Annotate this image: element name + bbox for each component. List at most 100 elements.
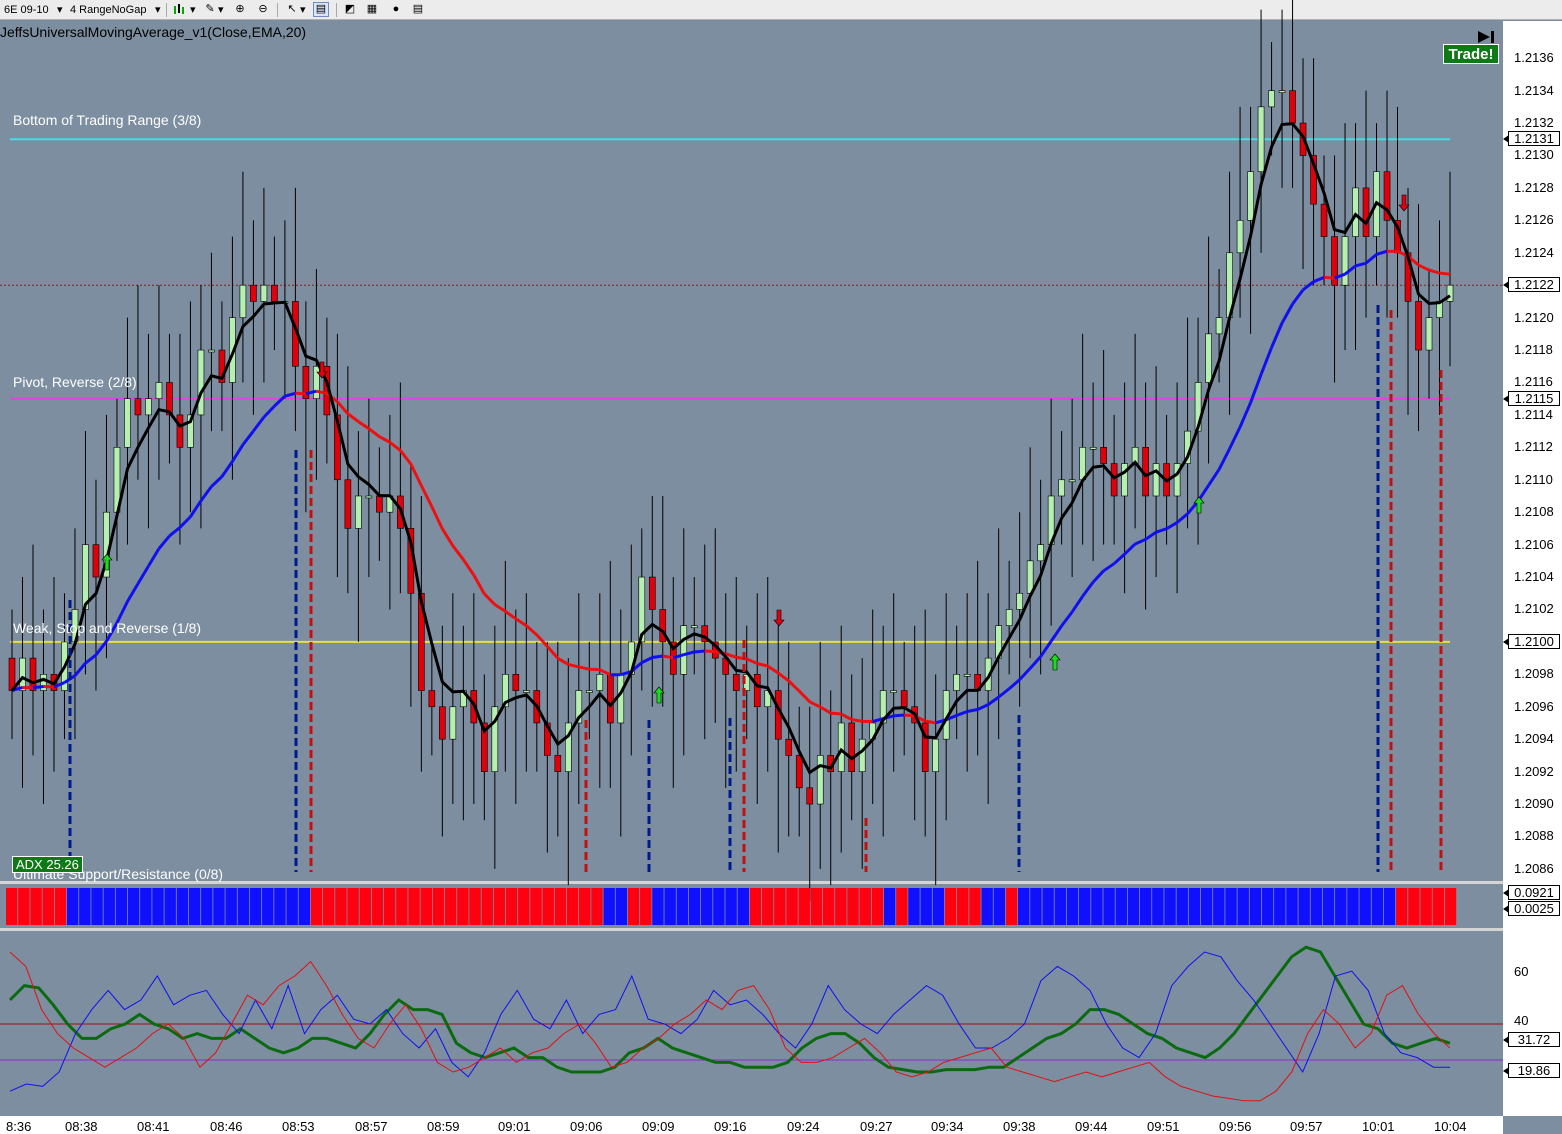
buy-arrow-icon: [1049, 653, 1061, 671]
trend-block: [591, 888, 603, 925]
ema-slow-segment: [830, 711, 842, 716]
trend-block: [688, 888, 701, 925]
ema-slow-segment: [1228, 426, 1242, 450]
candle-down: [785, 738, 793, 756]
trend-block: [1030, 888, 1042, 925]
candle-down: [1320, 203, 1328, 237]
trend-block: [1444, 888, 1457, 925]
candle-up: [1257, 106, 1265, 173]
weak-stop-price-tag: 1.2100: [1503, 633, 1560, 649]
time-axis-label: 10:04: [1434, 1119, 1467, 1134]
sell-arrow-icon: [1398, 194, 1410, 212]
ema-slow-segment: [1428, 268, 1440, 275]
ema-slow-segment: [1355, 261, 1367, 268]
price-axis-tick: 1.2132: [1514, 115, 1554, 131]
ma-fast-line: [10, 122, 1451, 775]
candle-down: [134, 398, 142, 416]
scroll-to-end-icon[interactable]: [1476, 30, 1496, 44]
price-axis-tick: 1.2092: [1514, 763, 1554, 779]
trend-block: [1066, 888, 1079, 925]
candle-up: [1058, 479, 1065, 497]
trend-block: [944, 888, 957, 925]
candle-down: [344, 479, 352, 529]
ema-slow-segment: [956, 710, 968, 717]
trend-block: [42, 888, 54, 925]
trend-block: [1383, 888, 1396, 925]
time-axis-label: 08:41: [137, 1119, 170, 1134]
time-axis-label: 08:59: [427, 1119, 460, 1134]
time-axis-label: 09:24: [787, 1119, 820, 1134]
candle-up: [19, 657, 26, 691]
time-axis-label: 09:51: [1147, 1119, 1180, 1134]
adx-line: [8, 945, 1451, 1074]
candle-down: [606, 674, 614, 724]
candle-down: [512, 674, 520, 691]
candle-up: [1205, 333, 1212, 383]
ema-slow-segment: [1217, 448, 1231, 471]
ema-slow-segment: [210, 475, 223, 488]
time-axis-label: 08:38: [65, 1119, 98, 1134]
trend-block: [188, 888, 201, 925]
ema-slow-segment: [904, 713, 915, 718]
ema-slow-segment: [1070, 595, 1084, 613]
ema-slow-segment: [766, 664, 780, 675]
trend-block: [432, 888, 445, 925]
trend-block: [249, 888, 262, 925]
candle-up: [680, 625, 688, 675]
indicator-title: JeffsUniversalMovingAverage_v1(Close,EMA…: [0, 24, 307, 40]
ema-slow-segment: [189, 500, 203, 518]
pivot-label: Pivot, Reverse (2/8): [13, 374, 137, 390]
price-axis-tick: 1.2106: [1514, 536, 1554, 552]
adx-axis-tick: 60: [1514, 964, 1529, 979]
trend-block: [1164, 888, 1176, 925]
ema-slow-segment: [977, 703, 989, 711]
trend-block: [1396, 888, 1408, 925]
ema-slow-segment: [1302, 280, 1315, 292]
ema-slow-segment: [1123, 542, 1137, 556]
trend-block: [1018, 888, 1030, 925]
ema-slow-segment: [494, 603, 507, 613]
trend-block: [993, 888, 1006, 925]
ema-slow-segment: [346, 412, 360, 423]
time-axis-label: 09:06: [570, 1119, 603, 1134]
trend-block: [932, 888, 945, 925]
adx-value-badge: ADX 25.26: [12, 856, 83, 873]
candle-up: [1268, 90, 1275, 108]
trend-block: [1347, 888, 1359, 925]
trade-button[interactable]: Trade!: [1443, 44, 1499, 64]
candle-down: [732, 674, 740, 691]
candle-up: [690, 625, 698, 628]
ema-slow-segment: [924, 719, 936, 725]
trend-block: [286, 888, 298, 925]
trend-block: [1408, 888, 1420, 925]
ema-slow-segment: [851, 718, 863, 723]
ema-slow-segment: [136, 565, 150, 585]
trend-block: [359, 888, 371, 925]
ema-slow-segment: [1144, 530, 1157, 541]
candle-up: [208, 349, 215, 353]
trend-block: [298, 888, 311, 925]
price-axis-tick: 1.2124: [1514, 244, 1554, 260]
ema-slow-segment: [220, 460, 234, 478]
trend-block: [579, 888, 591, 925]
candle-down: [92, 544, 100, 578]
trend-block: [1335, 888, 1347, 925]
trend-block: [810, 888, 823, 925]
candle-down: [753, 674, 761, 708]
candle-up: [449, 706, 457, 740]
trend-block: [1079, 888, 1091, 925]
trend-block: [1261, 888, 1274, 925]
trend-block: [420, 888, 432, 925]
price-chart: [0, 0, 1503, 1102]
time-axis-label: 09:01: [498, 1119, 531, 1134]
candle-down: [439, 706, 446, 740]
candle-up: [1005, 609, 1013, 626]
trend-block: [18, 888, 30, 925]
candle-up: [816, 755, 824, 805]
trend-block: [859, 888, 871, 925]
ema-slow-segment: [787, 679, 801, 693]
candle-up: [1079, 447, 1086, 481]
sell-arrow-icon: [773, 609, 785, 627]
trend-block: [1371, 888, 1384, 925]
ema-slow-segment: [1207, 468, 1221, 487]
